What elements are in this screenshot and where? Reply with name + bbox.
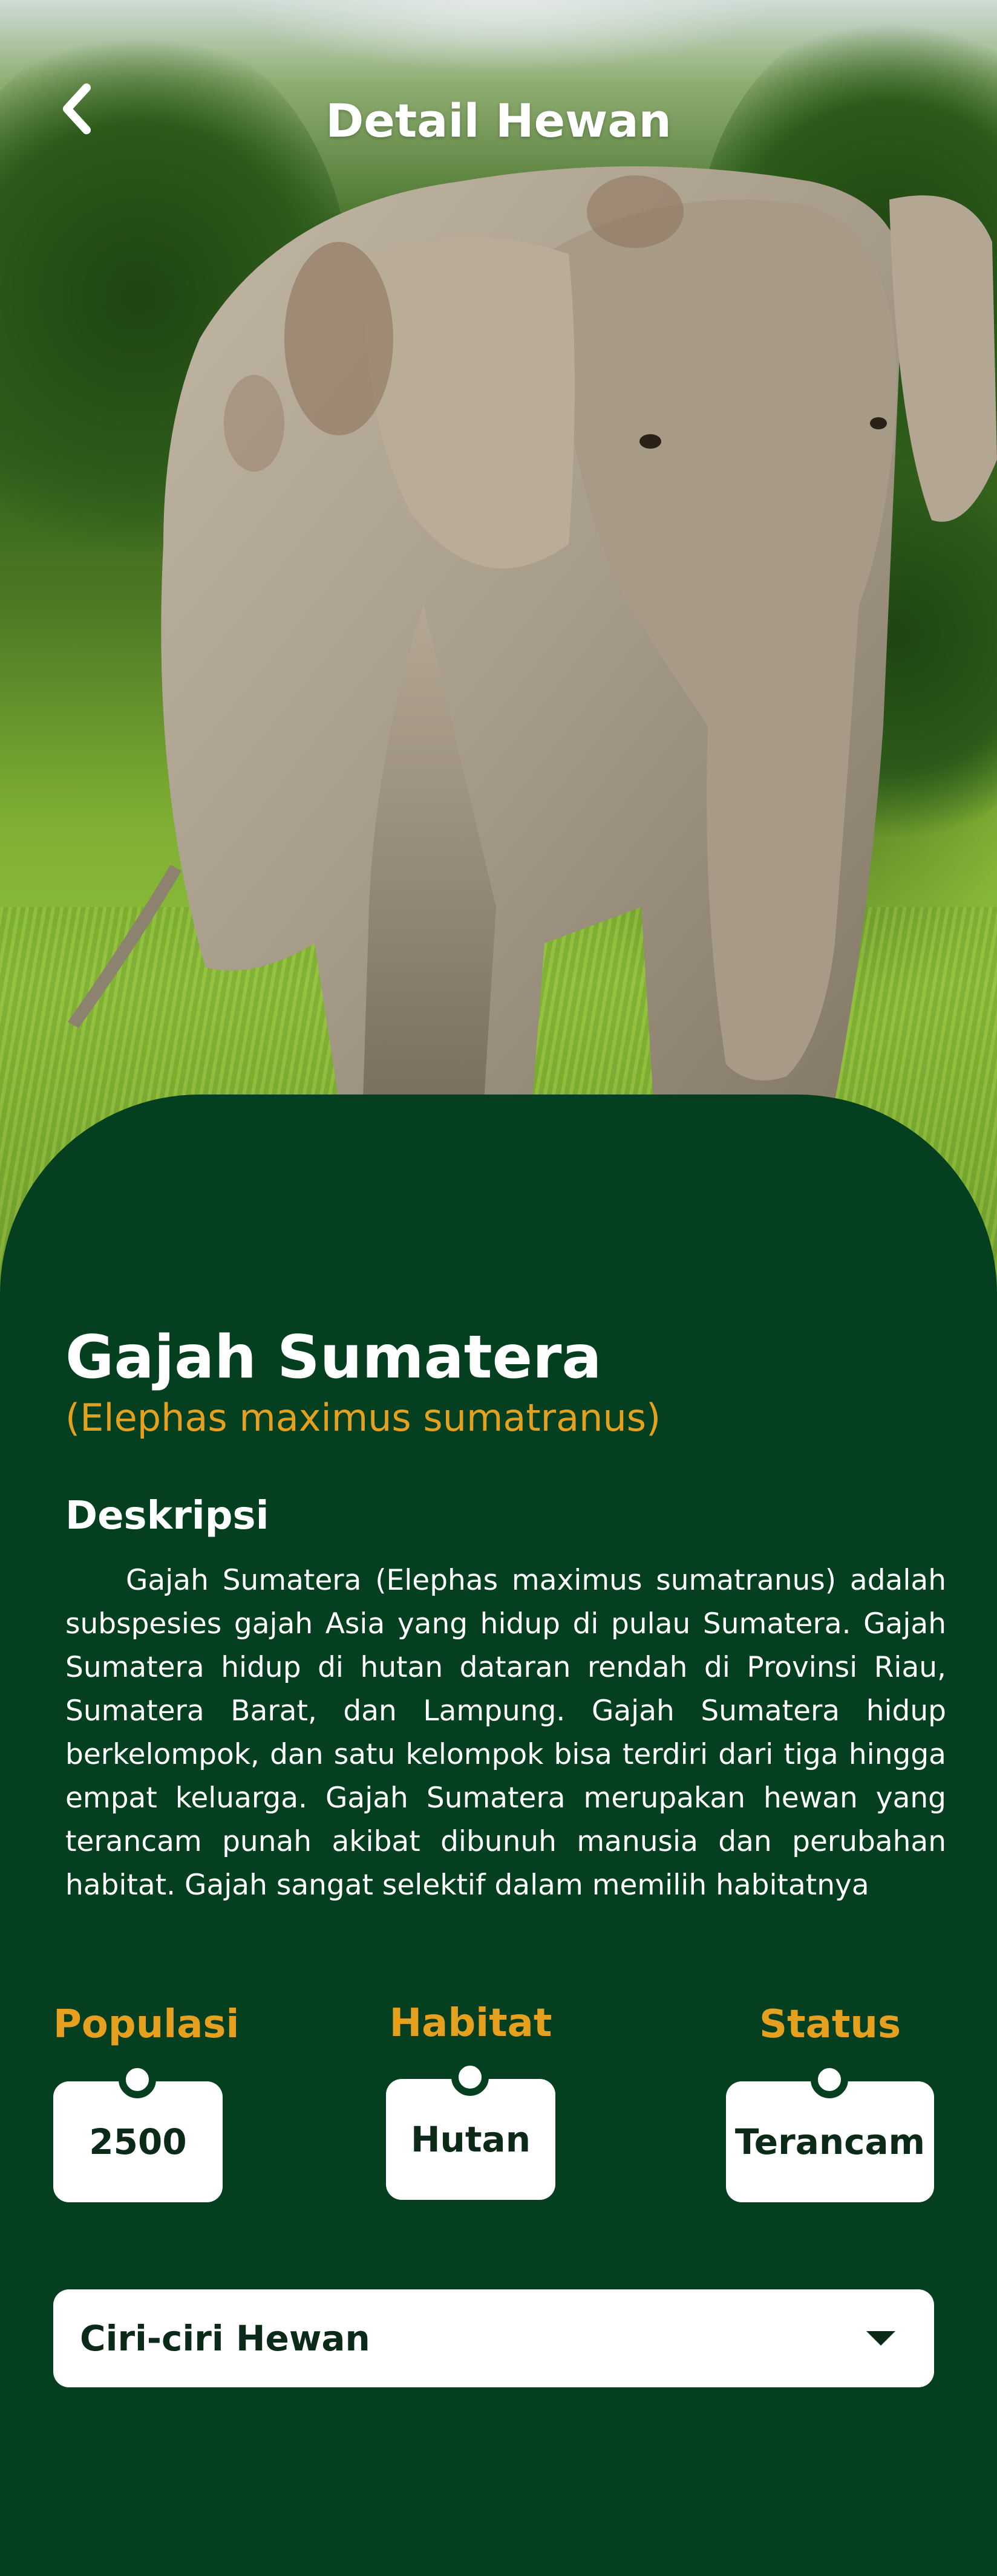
caret-down-icon (866, 2331, 895, 2346)
population-value: 2500 (89, 2121, 187, 2162)
population-pin-icon (119, 2061, 156, 2098)
description-title: Deskripsi (65, 1494, 269, 1538)
scientific-name: (Elephas maximus sumatranus) (65, 1396, 661, 1440)
animal-name: Gajah Sumatera (65, 1323, 602, 1392)
status-pin-icon (811, 2061, 848, 2098)
habitat-card: Hutan (386, 2079, 555, 2200)
status-card: Terancam (726, 2081, 934, 2202)
characteristics-dropdown[interactable]: Ciri-ciri Hewan (53, 2289, 934, 2387)
habitat-pin-icon (451, 2058, 489, 2096)
population-label: Populasi (53, 2002, 240, 2047)
dropdown-label: Ciri-ciri Hewan (80, 2318, 370, 2359)
population-card: 2500 (53, 2081, 223, 2202)
status-label: Status (759, 2002, 901, 2047)
status-value: Terancam (734, 2121, 926, 2162)
habitat-value: Hutan (411, 2119, 531, 2160)
page-title: Detail Hewan (325, 94, 672, 148)
description-text: Gajah Sumatera (Elephas maximus sumatran… (65, 1564, 946, 1902)
habitat-label: Habitat (389, 2001, 552, 2046)
